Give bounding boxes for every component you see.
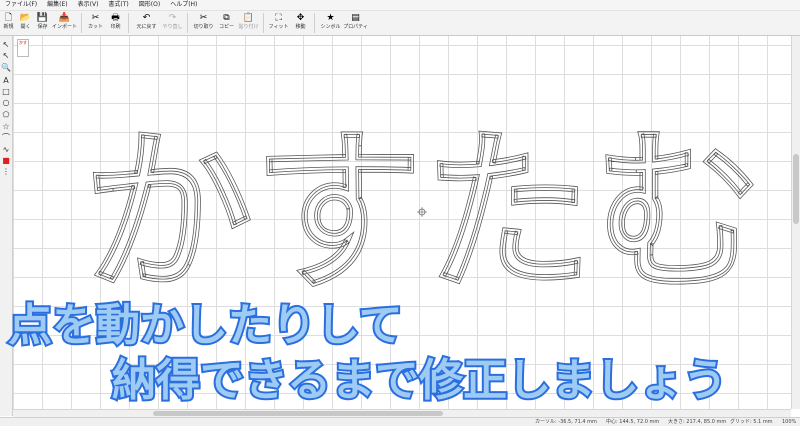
toolbar-button-6[interactable]: ↶ 元に戻す	[132, 11, 161, 34]
redo-icon: ↷	[168, 13, 177, 23]
horizontal-scrollbar[interactable]	[13, 409, 791, 417]
toolbar-label: 切り取り	[193, 24, 214, 30]
ellipse-tool-icon[interactable]: ○	[1, 98, 11, 108]
vertical-scroll-thumb[interactable]	[793, 154, 799, 224]
fit-icon: ⛶	[275, 13, 282, 23]
toolbar-label: 保存	[37, 24, 48, 30]
menu-bar: ファイル(F) 編集(E) 表示(V) 書式(T) 図形(O) ヘルプ(H)	[0, 0, 800, 11]
menu-item-5[interactable]: ヘルプ(H)	[165, 0, 202, 10]
toolbar-button-5[interactable]: 🖶 印刷	[106, 11, 125, 34]
toolbar-button-9[interactable]: ⧉ コピー	[216, 11, 237, 34]
toolbar-separator	[314, 13, 315, 33]
rectangle-tool-icon[interactable]: □	[1, 87, 11, 97]
toolbar-label: 開く	[20, 24, 31, 30]
toolbar-label: フィット	[268, 24, 289, 30]
properties-icon: ▤	[351, 13, 360, 23]
toolbar-button-13[interactable]: ★ シンボル	[318, 11, 343, 34]
star-icon: ★	[326, 13, 335, 23]
toolbar-separator	[81, 13, 82, 33]
text-tool-icon[interactable]: A	[1, 76, 11, 86]
toolbar-button-11[interactable]: ⛶ フィット	[267, 11, 290, 34]
toolbar-button-4[interactable]: ✂ カット	[85, 11, 106, 34]
main-toolbar: 🗋 新規 📂 開く 💾 保存 📥 インポート ✂ カット 🖶 印刷 ↶ 元に戻す ↷ やり直し ✂ 切り取り ⧉ コピ…	[0, 11, 800, 36]
menu-item-1[interactable]: 編集(E)	[42, 0, 72, 10]
toolbar-label: カット	[87, 24, 103, 30]
paste-icon: 📋	[242, 13, 255, 23]
menu-item-0[interactable]: ファイル(F)	[0, 0, 42, 10]
grid-tool-icon[interactable]: ⋮	[1, 167, 11, 177]
open-folder-icon: 📂	[19, 13, 32, 23]
toolbar-button-2[interactable]: 💾 保存	[34, 11, 51, 34]
new-file-icon: 🗋	[4, 13, 13, 23]
toolbar-button-8[interactable]: ✂ 切り取り	[191, 11, 216, 34]
node-edit-icon[interactable]: ↖	[1, 51, 11, 61]
tool-palette: ↖ ↖ 🔍 A □ ○ ⬠ ☆ ⌒ ∿ ■ ⋮	[0, 36, 13, 416]
color-swatch-icon[interactable]: ■	[1, 156, 11, 166]
toolbar-label: 元に戻す	[136, 24, 157, 30]
toolbar-button-10[interactable]: 📋 貼り付け	[237, 11, 260, 34]
toolbar-label: やり直し	[162, 24, 183, 30]
toolbar-label: インポート	[51, 24, 77, 30]
horizontal-scroll-thumb[interactable]	[153, 411, 443, 416]
menu-item-2[interactable]: 表示(V)	[73, 0, 104, 10]
toolbar-separator	[187, 13, 188, 33]
toolbar-label: プロパティ	[343, 24, 368, 30]
curve-tool-icon[interactable]: ⌒	[1, 133, 11, 143]
outline-glyphs[interactable]: かすたむ	[83, 111, 764, 317]
move-icon: ✥	[296, 13, 305, 23]
toolbar-label: コピー	[218, 24, 234, 30]
menu-item-4[interactable]: 図形(O)	[134, 0, 165, 10]
star-tool-icon[interactable]: ☆	[1, 122, 11, 132]
toolbar-separator	[128, 13, 129, 33]
line-tool-icon[interactable]: ∿	[1, 145, 11, 155]
undo-icon: ↶	[142, 13, 151, 23]
toolbar-button-0[interactable]: 🗋 新規	[0, 11, 17, 34]
toolbar-separator	[263, 13, 264, 33]
toolbar-button-1[interactable]: 📂 開く	[17, 11, 34, 34]
toolbar-label: シンボル	[320, 24, 341, 30]
toolbar-label: 移動	[295, 24, 306, 30]
select-arrow-icon[interactable]: ↖	[1, 40, 11, 50]
import-icon: 📥	[58, 13, 71, 23]
toolbar-label: 貼り付け	[238, 24, 259, 30]
toolbar-label: 新規	[3, 24, 14, 30]
caption-line-2: 納得できるまで修正しましょう	[110, 353, 729, 408]
toolbar-button-12[interactable]: ✥ 移動	[290, 11, 311, 34]
menu-item-3[interactable]: 書式(T)	[103, 0, 133, 10]
scissors-icon: ✂	[199, 13, 208, 23]
polygon-tool-icon[interactable]: ⬠	[1, 110, 11, 120]
copy-icon: ⧉	[223, 13, 230, 23]
save-icon: 💾	[36, 13, 49, 23]
print-icon: 🖶	[111, 13, 120, 23]
toolbar-button-14[interactable]: ▤ プロパティ	[343, 11, 368, 34]
vertical-scrollbar[interactable]	[791, 36, 800, 409]
zoom-icon[interactable]: 🔍	[1, 63, 11, 73]
toolbar-label: 印刷	[110, 24, 121, 30]
toolbar-button-7[interactable]: ↷ やり直し	[161, 11, 184, 34]
cut-icon: ✂	[91, 13, 100, 23]
toolbar-button-3[interactable]: 📥 インポート	[51, 11, 78, 34]
